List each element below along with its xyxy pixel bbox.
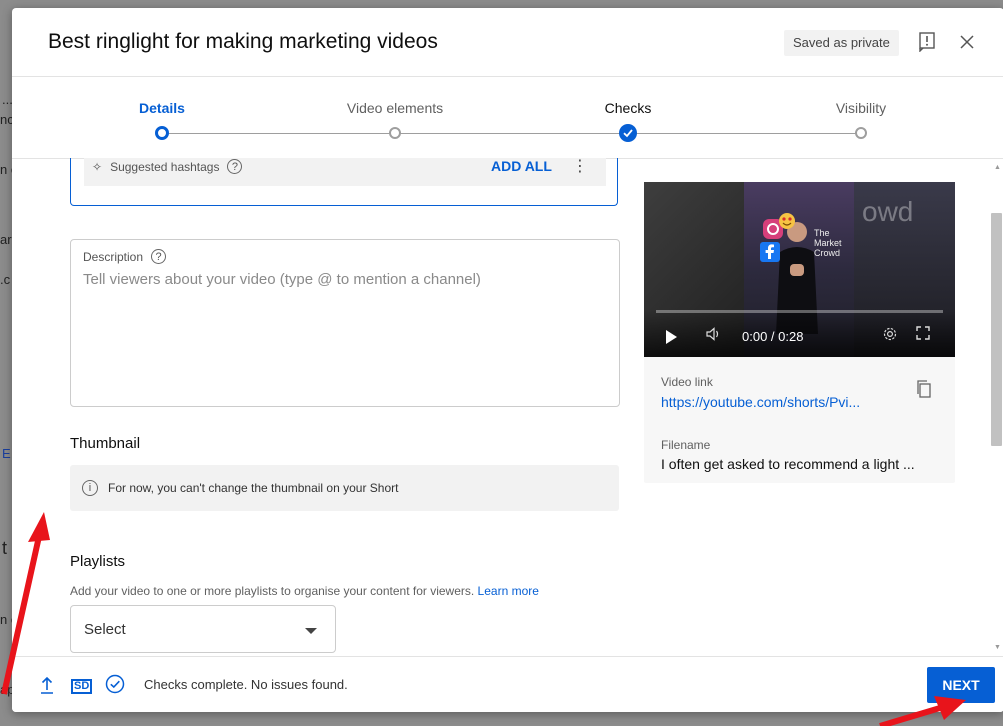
tags-field[interactable]: ✧ Suggested hashtags ? ADD ALL ⋮ bbox=[70, 158, 618, 206]
upload-details-dialog: Best ringlight for making marketing vide… bbox=[12, 8, 1003, 712]
description-label-row: Description ? bbox=[83, 249, 167, 264]
stepper-line bbox=[395, 133, 628, 134]
stepper-line bbox=[628, 133, 861, 134]
playlists-description-text: Add your video to one or more playlists … bbox=[70, 584, 475, 598]
copy-icon[interactable] bbox=[916, 380, 932, 398]
video-progress-bar[interactable] bbox=[656, 310, 943, 313]
video-link-label: Video link bbox=[661, 375, 713, 389]
dialog-footer: SD Checks complete. No issues found. NEX… bbox=[12, 656, 1003, 712]
thumbnail-heading: Thumbnail bbox=[70, 435, 141, 452]
step-video-elements-dot[interactable] bbox=[389, 127, 401, 139]
thumbnail-notice: i For now, you can't change the thumbnai… bbox=[70, 465, 619, 511]
dialog-title: Best ringlight for making marketing vide… bbox=[48, 30, 438, 53]
video-player[interactable]: owd The Market Crowd 0:00 / 0:28 bbox=[644, 182, 955, 357]
info-icon: i bbox=[82, 480, 98, 496]
facebook-icon bbox=[760, 242, 780, 262]
check-circle-icon[interactable] bbox=[105, 674, 125, 694]
playlist-select[interactable]: Select bbox=[70, 605, 336, 653]
volume-icon[interactable] bbox=[706, 327, 722, 344]
saved-status-badge: Saved as private bbox=[784, 30, 899, 56]
playlists-description: Add your video to one or more playlists … bbox=[70, 584, 539, 598]
dropdown-arrow-icon bbox=[305, 628, 317, 634]
playlists-heading: Playlists bbox=[70, 553, 126, 570]
filename-label: Filename bbox=[661, 438, 711, 452]
stepper-line bbox=[162, 133, 395, 134]
close-icon[interactable] bbox=[956, 30, 978, 54]
help-icon[interactable]: ? bbox=[151, 249, 167, 264]
learn-more-link[interactable]: Learn more bbox=[478, 584, 539, 598]
filename-value: I often get asked to recommend a light .… bbox=[661, 456, 915, 472]
suggested-hashtags: ✧ Suggested hashtags ? bbox=[92, 159, 243, 174]
checks-status: Checks complete. No issues found. bbox=[144, 677, 348, 692]
video-link[interactable]: https://youtube.com/shorts/Pvi... bbox=[661, 394, 860, 410]
scroll-up-arrow-icon[interactable]: ▲ bbox=[994, 164, 1001, 171]
scroll-down-arrow-icon[interactable]: ▼ bbox=[994, 644, 1001, 651]
step-details-dot[interactable] bbox=[155, 126, 169, 140]
description-field[interactable]: Description ? Tell viewers about your vi… bbox=[70, 239, 620, 407]
upload-arrow-icon[interactable] bbox=[40, 676, 54, 694]
step-video-elements-label[interactable]: Video elements bbox=[347, 100, 443, 116]
video-preview-card: owd The Market Crowd 0:00 / 0:28 Video l… bbox=[644, 182, 955, 483]
scrollbar-thumb[interactable] bbox=[991, 213, 1002, 446]
description-placeholder[interactable]: Tell viewers about your video (type @ to… bbox=[83, 271, 481, 288]
suggested-hashtags-bar: ✧ Suggested hashtags ? ADD ALL ⋮ bbox=[84, 158, 606, 186]
next-button[interactable]: NEXT bbox=[927, 667, 995, 703]
dialog-header: Best ringlight for making marketing vide… bbox=[12, 8, 1003, 77]
emoji-icon bbox=[779, 213, 795, 229]
feedback-icon[interactable] bbox=[916, 30, 938, 54]
step-checks-label[interactable]: Checks bbox=[605, 100, 652, 116]
step-visibility-label[interactable]: Visibility bbox=[836, 100, 886, 116]
details-form: ✧ Suggested hashtags ? ADD ALL ⋮ Descrip… bbox=[12, 158, 1003, 658]
thumbnail-notice-text: For now, you can't change the thumbnail … bbox=[108, 481, 399, 495]
playlist-select-value: Select bbox=[84, 621, 126, 638]
sd-quality-icon[interactable]: SD bbox=[71, 679, 93, 694]
step-details-label[interactable]: Details bbox=[139, 100, 185, 116]
sparkle-icon: ✧ bbox=[92, 159, 103, 174]
more-options-icon[interactable]: ⋮ bbox=[572, 158, 588, 176]
bg-fragment: .c bbox=[0, 272, 11, 287]
video-watermark: owd bbox=[862, 196, 914, 227]
video-time: 0:00 / 0:28 bbox=[742, 329, 804, 344]
step-visibility-dot[interactable] bbox=[855, 127, 867, 139]
suggested-hashtags-label: Suggested hashtags bbox=[110, 159, 220, 174]
play-icon[interactable] bbox=[666, 330, 677, 344]
bg-fragment: E bbox=[2, 446, 11, 461]
bg-fragment: t bbox=[2, 538, 8, 558]
description-label: Description bbox=[83, 249, 144, 264]
settings-gear-icon[interactable] bbox=[882, 326, 898, 345]
help-icon[interactable]: ? bbox=[227, 159, 243, 174]
fullscreen-icon[interactable] bbox=[916, 326, 930, 340]
upload-stepper: Details Video elements Checks Visibility bbox=[12, 76, 1003, 159]
bg-fragment: ar bbox=[0, 232, 12, 247]
add-all-button[interactable]: ADD ALL bbox=[491, 158, 552, 174]
checkmark-icon[interactable] bbox=[619, 124, 637, 142]
